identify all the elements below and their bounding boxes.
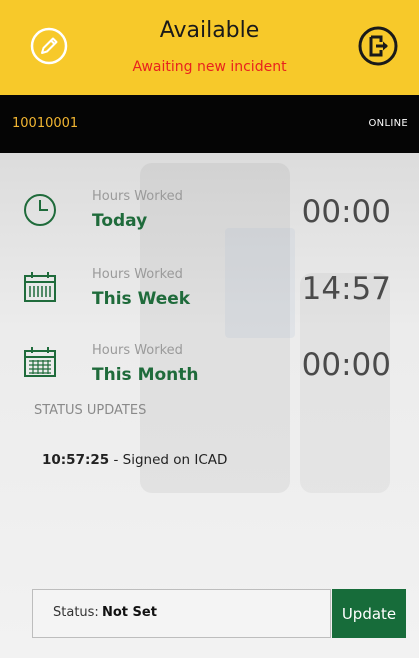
stat-period: This Week [92,289,191,309]
update-text: Signed on ICAD [122,452,228,468]
sign-out-icon [358,26,398,66]
update-button[interactable]: Update [332,589,406,638]
hours-week-row: Hours Worked This Week 14:57 [0,263,419,325]
update-separator: - [109,452,123,468]
stat-label: Hours Worked [92,189,183,204]
clock-icon [24,194,56,226]
stat-value: 00:00 [301,194,391,230]
calendar-week-icon [24,272,56,302]
connection-status: ONLINE [368,118,408,129]
stat-value: 00:00 [301,347,391,383]
header: Available Awaiting new incident [0,0,419,95]
hours-today-row: Hours Worked Today 00:00 [0,185,419,247]
hours-month-row: Hours Worked This Month 00:00 [0,339,419,401]
status-updates-heading: STATUS UPDATES [34,403,147,418]
sign-out-button[interactable] [357,25,399,67]
stat-period: This Month [92,365,199,385]
calendar-month-icon [24,347,56,377]
unit-bar: 10010001 ONLINE [0,95,419,153]
stat-period: Today [92,211,148,231]
update-time: 10:57:25 [42,452,110,468]
status-field[interactable]: Status: Not Set [32,589,331,638]
stat-label: Hours Worked [92,343,183,358]
stat-value: 14:57 [301,271,391,307]
unit-id: 10010001 [12,116,79,131]
stat-label: Hours Worked [92,267,183,282]
status-update-item: 10:57:25 - Signed on ICAD [42,452,227,468]
status-label: Status: [53,605,99,620]
main-content: Hours Worked Today 00:00 Hours Worked Th… [0,153,419,658]
status-value: Not Set [102,605,157,620]
